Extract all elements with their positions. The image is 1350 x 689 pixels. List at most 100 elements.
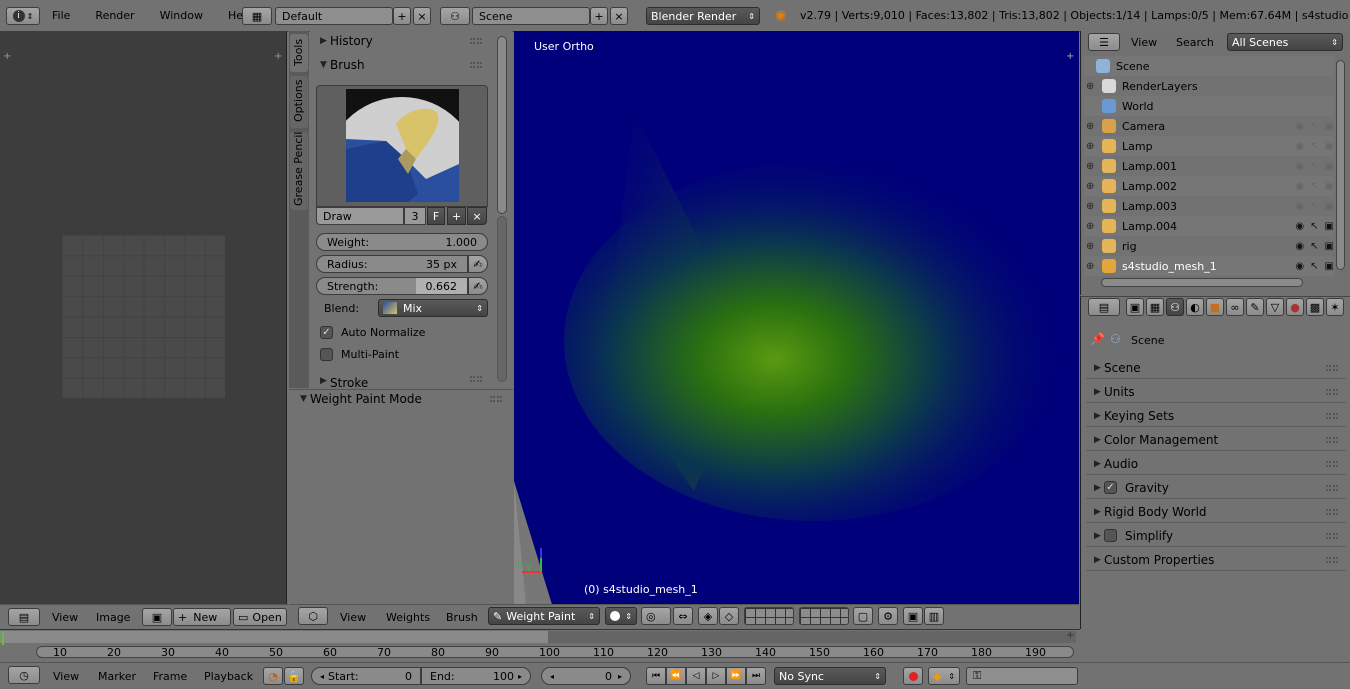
render-icon[interactable]: ▣ — [1325, 161, 1334, 172]
world-context-tab[interactable]: ◐ — [1186, 298, 1204, 316]
eye-icon[interactable]: ◉ — [1295, 261, 1304, 272]
texture-context-tab[interactable]: ▩ — [1306, 298, 1324, 316]
opengl-render-anim-button[interactable]: ▣ — [903, 607, 923, 625]
outliner-item[interactable]: ⊕ Lamp.002 ◉ ↖ ▣ — [1084, 176, 1334, 196]
jump-keyframe-back-button[interactable]: ⏪ — [666, 667, 686, 685]
layers-grid-1[interactable] — [744, 607, 794, 625]
expand-plus-icon[interactable]: ⊕ — [1086, 161, 1096, 172]
tab-tools[interactable]: Tools — [290, 34, 308, 72]
eye-icon[interactable]: ◉ — [1295, 121, 1304, 132]
view3d-menu-brush[interactable]: Brush — [446, 611, 478, 624]
history-panel-header[interactable]: ▶ History — [312, 30, 490, 52]
outliner-display-dropdown[interactable]: All Scenes ⇕ — [1227, 33, 1343, 51]
layers-grid-2[interactable] — [799, 607, 849, 625]
check-icon[interactable]: ✓ — [1104, 481, 1117, 494]
view3d-menu-weights[interactable]: Weights — [386, 611, 430, 624]
manipulator-button[interactable]: ⇔ — [673, 607, 693, 625]
preview-range-button[interactable]: ◔ — [263, 667, 283, 685]
outliner-item[interactable]: World — [1084, 96, 1334, 116]
jump-end-button[interactable]: ⏭ — [746, 667, 766, 685]
sync-mode-dropdown[interactable]: No Sync ⇕ — [774, 667, 886, 685]
particles-context-tab[interactable]: ✶ — [1326, 298, 1344, 316]
modifiers-context-tab[interactable]: ✎ — [1246, 298, 1264, 316]
face-mask-button[interactable]: ◈ — [698, 607, 718, 625]
radius-pressure-button[interactable]: ✍ — [468, 255, 488, 273]
render-icon[interactable]: ▣ — [1325, 181, 1334, 192]
drag-handle-icon[interactable] — [1326, 556, 1338, 563]
current-frame-indicator[interactable] — [2, 631, 4, 645]
outliner-menu-view[interactable]: View — [1131, 36, 1157, 49]
area-split-plus-icon[interactable]: + — [3, 51, 11, 62]
eye-icon[interactable]: ◉ — [1295, 201, 1304, 212]
brush-name-field[interactable]: Draw — [316, 207, 404, 225]
image-browse-button[interactable]: ▣ — [142, 608, 172, 626]
jump-keyframe-forward-button[interactable]: ⏩ — [726, 667, 746, 685]
weight-paint-mode-header[interactable]: ▼ Weight Paint Mode — [292, 388, 510, 410]
outliner-item[interactable]: Scene — [1084, 56, 1334, 76]
properties-panel-header[interactable]: ▶ Custom Properties — [1086, 549, 1346, 571]
drag-handle-icon[interactable] — [470, 376, 482, 382]
constraints-context-tab[interactable]: ∞ — [1226, 298, 1244, 316]
outliner-item[interactable]: ⊕ rig ◉ ↖ ▣ — [1084, 236, 1334, 256]
delete-layout-button[interactable]: × — [413, 7, 431, 25]
auto-normalize-checkbox[interactable]: ✓ Auto Normalize — [320, 326, 425, 339]
cursor-icon[interactable]: ↖ — [1310, 221, 1318, 232]
outliner-item[interactable]: ⊕ Camera ◉ ↖ ▣ — [1084, 116, 1334, 136]
scene-context-tab[interactable]: ⚇ — [1166, 298, 1184, 316]
expand-plus-icon[interactable]: ⊕ — [1086, 141, 1096, 152]
render-icon[interactable]: ▣ — [1325, 261, 1334, 272]
properties-panel-header[interactable]: ▶ Color Management — [1086, 429, 1346, 451]
brush-users-count[interactable]: 3 — [404, 207, 426, 225]
strength-pressure-button[interactable]: ✍ — [468, 277, 488, 295]
drag-handle-icon[interactable] — [1326, 412, 1338, 419]
drag-handle-icon[interactable] — [1326, 508, 1338, 515]
lock-time-button[interactable]: 🔒 — [284, 667, 304, 685]
eye-icon[interactable]: ◉ — [1295, 221, 1304, 232]
end-frame-field[interactable]: End: 100 ▸ — [421, 667, 531, 685]
object-context-tab[interactable]: ■ — [1206, 298, 1224, 316]
menu-window[interactable]: Window — [160, 9, 203, 22]
outliner-item[interactable]: ⊕ Lamp.003 ◉ ↖ ▣ — [1084, 196, 1334, 216]
eye-icon[interactable]: ◉ — [1295, 181, 1304, 192]
render-icon[interactable]: ▣ — [1325, 221, 1334, 232]
expand-plus-icon[interactable]: ⊕ — [1086, 181, 1096, 192]
material-context-tab[interactable]: ● — [1286, 298, 1304, 316]
expand-plus-icon[interactable]: ⊕ — [1086, 241, 1096, 252]
render-layers-context-tab[interactable]: ▦ — [1146, 298, 1164, 316]
outliner-item[interactable]: ⊕ s4studio_mesh_1 ◉ ↖ ▣ — [1084, 256, 1334, 276]
tab-options[interactable]: Options — [290, 76, 308, 128]
tool-panel-scrollbar[interactable] — [497, 36, 507, 214]
drag-handle-icon[interactable] — [470, 62, 482, 68]
drag-handle-icon[interactable] — [1326, 532, 1338, 539]
properties-panel-header[interactable]: ▶ ✓ Gravity — [1086, 477, 1346, 499]
expand-plus-icon[interactable]: ⊕ — [1086, 221, 1096, 232]
properties-panel-header[interactable]: ▶ Rigid Body World — [1086, 501, 1346, 523]
radius-slider[interactable]: Radius: 35 px — [316, 255, 468, 273]
timeline-menu-view[interactable]: View — [53, 670, 79, 683]
view3d-menu-view[interactable]: View — [340, 611, 366, 624]
eye-icon[interactable]: ◉ — [1295, 241, 1304, 252]
cursor-icon[interactable]: ↖ — [1310, 241, 1318, 252]
image-menu-view[interactable]: View — [52, 611, 78, 624]
editor-type-info-button[interactable]: i ⇕ — [6, 7, 40, 25]
properties-panel-header[interactable]: ▶ Keying Sets — [1086, 405, 1346, 427]
timeline-menu-playback[interactable]: Playback — [204, 670, 253, 683]
expand-plus-icon[interactable]: ⊕ — [1086, 121, 1096, 132]
scene-name-field[interactable]: Scene — [472, 7, 590, 25]
vertex-mask-button[interactable]: ◇ — [719, 607, 739, 625]
brush-panel-header[interactable]: ▼ Brush — [312, 54, 490, 76]
delete-scene-button[interactable]: × — [610, 7, 628, 25]
keying-mode-dropdown[interactable]: ◆ ⇕ — [928, 667, 960, 685]
outliner-item[interactable]: ⊕ Lamp.004 ◉ ↖ ▣ — [1084, 216, 1334, 236]
stroke-panel-header[interactable]: ▶ Stroke — [312, 373, 490, 387]
area-split-plus-icon[interactable]: + — [1066, 630, 1074, 641]
drag-handle-icon[interactable] — [1326, 364, 1338, 371]
editor-type-timeline-button[interactable]: ◷ — [8, 666, 40, 684]
blend-mode-dropdown[interactable]: Mix ⇕ — [378, 299, 488, 317]
eye-icon[interactable]: ◉ — [1295, 141, 1304, 152]
timeline-menu-marker[interactable]: Marker — [98, 670, 136, 683]
properties-panel-header[interactable]: ▶ Audio — [1086, 453, 1346, 475]
strength-slider[interactable]: Strength: 0.662 — [316, 277, 468, 295]
opengl-render-clip-button[interactable]: ▥ — [924, 607, 944, 625]
render-icon[interactable]: ▣ — [1325, 141, 1334, 152]
